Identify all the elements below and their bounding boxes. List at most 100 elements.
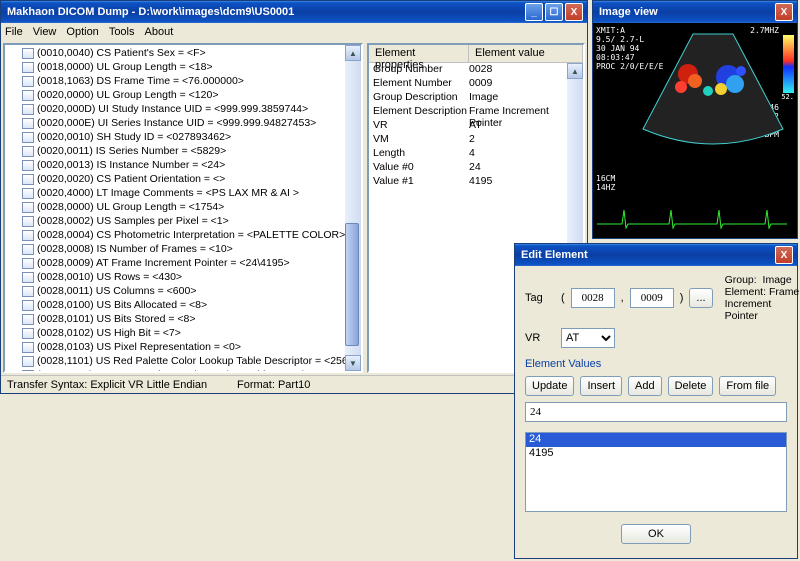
element-icon (22, 48, 34, 59)
group-value: Image (763, 274, 792, 286)
insert-button[interactable]: Insert (580, 376, 622, 396)
menu-tools[interactable]: Tools (109, 26, 135, 38)
property-row[interactable]: Length4 (369, 147, 583, 161)
image-view-titlebar[interactable]: Image view X (593, 1, 797, 23)
tree-row[interactable]: (0018,0000) UL Group Length = <18> (6, 60, 344, 74)
tree-row[interactable]: (0028,0000) UL Group Length = <1754> (6, 200, 344, 214)
tree-row[interactable]: (0028,1101) US Red Palette Color Lookup … (6, 354, 344, 368)
element-icon (22, 356, 34, 367)
tree-label: (0028,0102) US High Bit = <7> (37, 327, 181, 339)
properties-header[interactable]: Element properties Element value (369, 45, 583, 63)
value-input[interactable] (525, 402, 787, 422)
tree-scrollbar[interactable]: ▲ ▼ (345, 45, 361, 371)
tree-label: (0020,000D) UI Study Instance UID = <999… (37, 103, 308, 115)
property-row[interactable]: Value #14195 (369, 175, 583, 189)
scroll-up-button[interactable]: ▲ (567, 63, 583, 79)
tree-row[interactable]: (0020,0020) CS Patient Orientation = <> (6, 172, 344, 186)
scroll-up-button[interactable]: ▲ (345, 45, 361, 61)
menubar: File View Option Tools About (1, 23, 587, 41)
property-row[interactable]: Group Number0028 (369, 63, 583, 77)
delete-button[interactable]: Delete (668, 376, 714, 396)
property-name: Group Number (369, 63, 469, 77)
property-row[interactable]: Value #024 (369, 161, 583, 175)
image-view-title: Image view (597, 6, 775, 18)
tree-row[interactable]: (0028,0008) IS Number of Frames = <10> (6, 242, 344, 256)
scroll-down-button[interactable]: ▼ (345, 355, 361, 371)
element-icon (22, 160, 34, 171)
tree-label: (0028,0010) US Rows = <430> (37, 271, 182, 283)
element-icon (22, 202, 34, 213)
tree-row[interactable]: (0020,0010) SH Study ID = <027893462> (6, 130, 344, 144)
property-row[interactable]: Element Number0009 (369, 77, 583, 91)
property-row[interactable]: VRAT (369, 119, 583, 133)
tag-element-input[interactable] (630, 288, 674, 308)
property-name: Value #0 (369, 161, 469, 175)
list-item[interactable]: 24 (526, 433, 786, 447)
tree-row[interactable]: (0020,4000) LT Image Comments = <PS LAX … (6, 186, 344, 200)
image-view-body[interactable]: XMIT:A 9.5/ 2.7-L 30 JAN 94 08:03:47 PRO… (593, 23, 797, 238)
tree-label: (0028,0002) US Samples per Pixel = <1> (37, 215, 229, 227)
tree-row[interactable]: (0028,0009) AT Frame Increment Pointer =… (6, 256, 344, 270)
property-name: Group Description (369, 91, 469, 105)
property-row[interactable]: VM2 (369, 133, 583, 147)
dicom-tree-panel: (0010,0040) CS Patient's Sex = <F>(0018,… (3, 43, 363, 373)
edit-titlebar[interactable]: Edit Element X (515, 244, 797, 266)
list-item[interactable]: 4195 (526, 447, 786, 461)
tree-row[interactable]: (0028,0100) US Bits Allocated = <8> (6, 298, 344, 312)
tree-row[interactable]: (0028,0102) US High Bit = <7> (6, 326, 344, 340)
prop-col-value: Element value (469, 45, 583, 62)
tree-row[interactable]: (0010,0040) CS Patient's Sex = <F> (6, 46, 344, 60)
element-icon (22, 370, 34, 372)
properties-body[interactable]: Group Number0028Element Number0009Group … (369, 63, 583, 189)
menu-about[interactable]: About (145, 26, 174, 38)
tree-row[interactable]: (0028,0010) US Rows = <430> (6, 270, 344, 284)
element-icon (22, 188, 34, 199)
element-icon (22, 90, 34, 101)
tree-row[interactable]: (0020,0011) IS Series Number = <5829> (6, 144, 344, 158)
tree-row[interactable]: (0028,0002) US Samples per Pixel = <1> (6, 214, 344, 228)
tree-label: (0028,1102) US Green Palette Color Looku… (37, 369, 345, 371)
vr-label: VR (525, 332, 555, 344)
minimize-button[interactable]: _ (525, 3, 543, 21)
main-titlebar[interactable]: Makhaon DICOM Dump - D:\work\images\dcm9… (1, 1, 587, 23)
update-button[interactable]: Update (525, 376, 574, 396)
menu-view[interactable]: View (33, 26, 57, 38)
group-label: Group: (725, 274, 757, 286)
menu-file[interactable]: File (5, 26, 23, 38)
element-icon (22, 76, 34, 87)
close-button[interactable]: X (775, 3, 793, 21)
tag-group-input[interactable] (571, 288, 615, 308)
ok-button[interactable]: OK (621, 524, 691, 544)
property-value: AT (469, 119, 583, 133)
property-row[interactable]: Element DescriptionFrame Increment Point… (369, 105, 583, 119)
tree-row[interactable]: (0028,0101) US Bits Stored = <8> (6, 312, 344, 326)
property-value: Frame Increment Pointer (469, 105, 583, 119)
tree-row[interactable]: (0018,1063) DS Frame Time = <76.000000> (6, 74, 344, 88)
maximize-button[interactable]: ☐ (545, 3, 563, 21)
tree-row[interactable]: (0020,0013) IS Instance Number = <24> (6, 158, 344, 172)
tree-row[interactable]: (0020,000D) UI Study Instance UID = <999… (6, 102, 344, 116)
element-icon (22, 174, 34, 185)
tree-label: (0020,4000) LT Image Comments = <PS LAX … (37, 187, 299, 199)
scroll-thumb[interactable] (345, 223, 359, 346)
property-row[interactable]: Group DescriptionImage (369, 91, 583, 105)
tree-row[interactable]: (0028,1102) US Green Palette Color Looku… (6, 368, 344, 371)
values-list[interactable]: 24 4195 (525, 432, 787, 512)
dicom-tree[interactable]: (0010,0040) CS Patient's Sex = <F>(0018,… (5, 45, 345, 371)
tree-row[interactable]: (0028,0011) US Columns = <600> (6, 284, 344, 298)
tree-row[interactable]: (0028,0004) CS Photometric Interpretatio… (6, 228, 344, 242)
menu-option[interactable]: Option (66, 26, 98, 38)
add-button[interactable]: Add (628, 376, 662, 396)
tree-row[interactable]: (0028,0103) US Pixel Representation = <0… (6, 340, 344, 354)
property-name: VM (369, 133, 469, 147)
vr-select[interactable]: AT (561, 328, 615, 348)
element-icon (22, 62, 34, 73)
close-button[interactable]: X (565, 3, 583, 21)
property-name: VR (369, 119, 469, 133)
property-value: Image (469, 91, 583, 105)
fromfile-button[interactable]: From file (719, 376, 776, 396)
tag-browse-button[interactable]: ... (689, 288, 712, 308)
tree-row[interactable]: (0020,000E) UI Series Instance UID = <99… (6, 116, 344, 130)
close-button[interactable]: X (775, 246, 793, 264)
tree-row[interactable]: (0020,0000) UL Group Length = <120> (6, 88, 344, 102)
